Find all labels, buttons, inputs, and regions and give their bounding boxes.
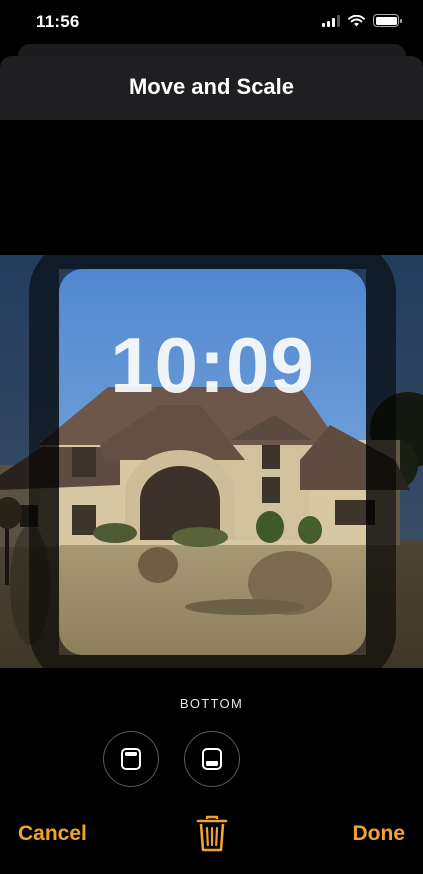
crop-mask-left [0, 255, 59, 668]
clock-bottom-icon [202, 748, 222, 770]
status-bar: 11:56 [0, 0, 423, 46]
lock-screen-clock: 10:09 [110, 321, 315, 409]
sheet-header: Move and Scale [0, 56, 423, 120]
cancel-button[interactable]: Cancel [18, 822, 87, 846]
page-title: Move and Scale [128, 74, 295, 99]
bottom-toolbar: Cancel Done [0, 810, 423, 860]
wifi-icon [348, 14, 365, 26]
status-time: 11:56 [36, 12, 80, 31]
status-icons [322, 14, 402, 27]
clock-top-icon [121, 748, 141, 770]
crop-mask-top [59, 255, 366, 269]
clock-position-label: BOTTOM [179, 696, 244, 711]
clock-bottom-button[interactable] [184, 731, 240, 787]
cellular-signal-icon [322, 14, 340, 27]
crop-mask-right [366, 255, 423, 668]
trash-icon[interactable] [196, 815, 228, 853]
done-button[interactable]: Done [353, 822, 406, 846]
crop-mask-bottom [59, 655, 366, 668]
clock-top-button[interactable] [103, 731, 159, 787]
battery-icon [373, 14, 402, 27]
